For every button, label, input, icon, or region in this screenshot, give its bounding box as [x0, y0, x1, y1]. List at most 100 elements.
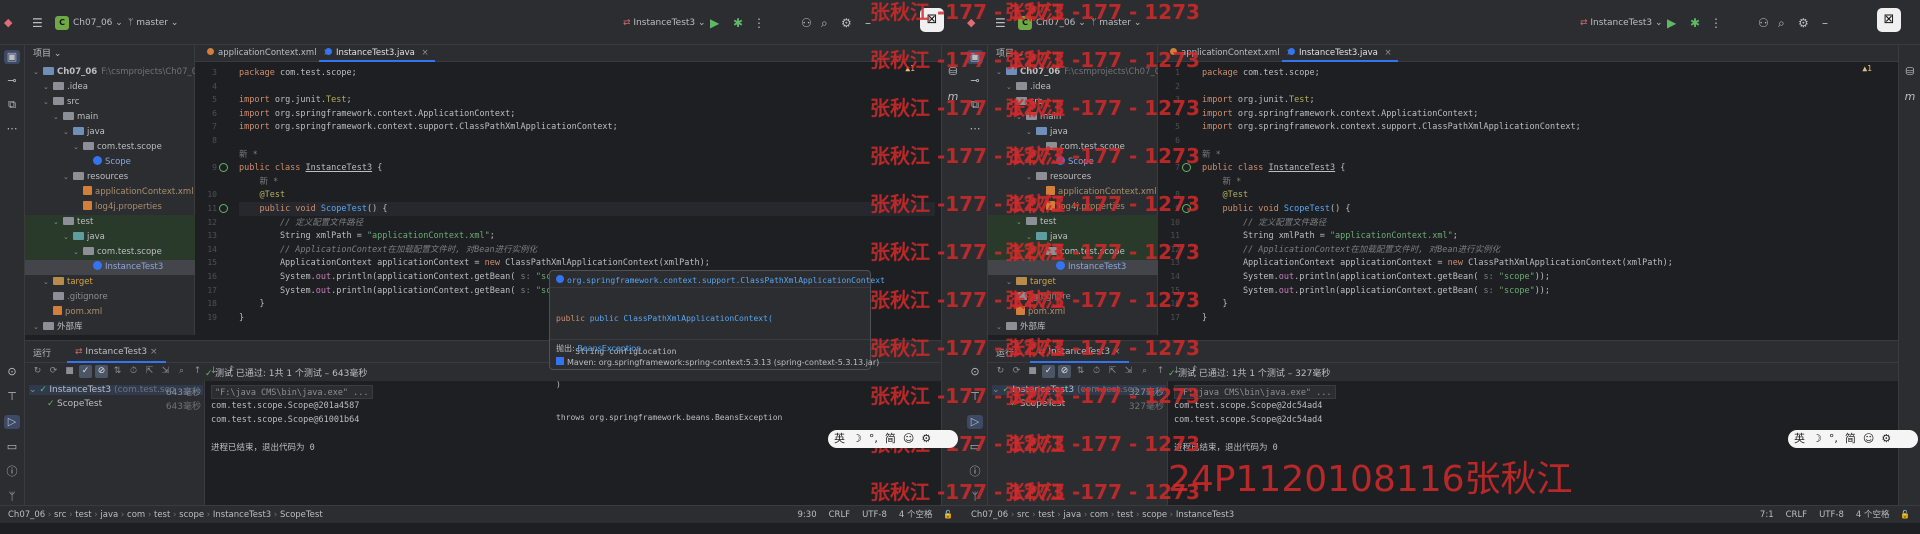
project-tree-item[interactable]: ⌄ main [25, 110, 195, 125]
code-line[interactable]: public void ScopeTest() { [239, 202, 935, 216]
code-line[interactable]: System.out.println(applicationContext.ge… [239, 270, 587, 284]
run-config-selector[interactable]: ⇄ InstanceTest3 ⌄ [623, 12, 706, 34]
run-config-selector[interactable]: ⇄ InstanceTest3 ⌄ [1580, 12, 1663, 34]
sort-duration-icon[interactable]: ⏱ [127, 365, 140, 378]
status-pos[interactable]: 7:1 [1760, 510, 1774, 520]
stop-icon[interactable]: ■ [63, 365, 76, 378]
ime-item[interactable]: °, [869, 432, 878, 445]
chevron-right-icon[interactable]: ⌄ [43, 80, 53, 95]
hamburger-menu-icon[interactable]: ☰ [32, 12, 43, 34]
chevron-right-icon[interactable]: ⌄ [1016, 215, 1026, 230]
chevron-right-icon[interactable]: ⌄ [73, 245, 83, 260]
code-line[interactable]: 新 * [1202, 148, 1221, 162]
breadcrumb-item[interactable]: test [75, 510, 91, 520]
more-icon[interactable]: ⋮ [753, 12, 765, 34]
code-line[interactable]: } [239, 311, 244, 325]
project-tree-item[interactable]: ⌄ target [25, 275, 195, 290]
code-line[interactable]: import org.junit.Test; [1202, 93, 1315, 107]
more-tools-icon[interactable]: ⋯ [4, 122, 20, 136]
project-tree-item[interactable]: InstanceTest3 [25, 260, 195, 275]
rerun-icon[interactable]: ↻ [31, 365, 44, 378]
status-eol[interactable]: CRLF [829, 510, 850, 520]
code-line[interactable]: public void ScopeTest() { [1202, 202, 1350, 216]
breadcrumb-item[interactable]: Ch07_06 [8, 510, 45, 520]
code-line[interactable]: } [1202, 311, 1207, 325]
branch-selector[interactable]: ᛘ master ⌄ [128, 12, 178, 34]
code-line[interactable]: public class InstanceTest3 { [239, 161, 382, 175]
structure-icon[interactable]: ⧉ [4, 98, 20, 112]
ime-item[interactable]: ☽ [1812, 432, 1822, 445]
settings-icon[interactable]: ⚙ [1798, 12, 1809, 34]
chevron-right-icon[interactable]: ⌄ [33, 65, 43, 80]
code-line[interactable]: 新 * [239, 175, 278, 189]
chevron-right-icon[interactable]: ⌄ [33, 320, 43, 335]
breadcrumb-item[interactable]: scope [1142, 510, 1167, 520]
account-icon[interactable]: ⚇ [801, 12, 812, 34]
debug-icon[interactable]: ✱ [1690, 12, 1700, 34]
prev-icon[interactable]: ↑ [1154, 365, 1167, 378]
run-gutter-icon[interactable] [219, 204, 228, 213]
code-line[interactable]: ApplicationContext applicationContext = … [239, 256, 710, 270]
minimize-icon[interactable]: – [1822, 12, 1828, 34]
project-selector[interactable]: C Ch07_06 ⌄ [55, 12, 123, 34]
ime-item[interactable]: 英 [834, 432, 845, 445]
popup-throws-link[interactable]: BeansException [577, 344, 641, 353]
breadcrumb-item[interactable]: ScopeTest [280, 510, 323, 520]
status-pos[interactable]: 9:30 [798, 510, 817, 520]
breadcrumb-item[interactable]: Ch07_06 [971, 510, 1008, 520]
breadcrumb-item[interactable]: test [154, 510, 170, 520]
stop-icon[interactable]: ■ [1026, 365, 1039, 378]
services-icon[interactable]: ⊙ [967, 365, 983, 379]
project-view-icon[interactable]: ▣ [4, 50, 20, 64]
code-line[interactable]: } [239, 297, 264, 311]
project-tree-item[interactable]: ⌄ resources [988, 170, 1158, 185]
ime-toolbar-right[interactable]: 英 ☽ °, 简 ☺ ⚙ [1788, 430, 1918, 448]
ime-item[interactable]: 简 [885, 432, 896, 445]
breadcrumb-item[interactable]: com [127, 510, 145, 520]
project-tree-item[interactable]: ⌄ test [25, 215, 195, 230]
chevron-right-icon[interactable]: ⌄ [53, 110, 63, 125]
more-icon[interactable]: ⋮ [1710, 12, 1722, 34]
commit-icon[interactable]: ⊸ [967, 74, 983, 88]
code-line[interactable]: // 定义配置文件路径 [1202, 216, 1326, 230]
project-tree-item[interactable]: Scope [25, 155, 195, 170]
tab-instancetest3-java[interactable]: InstanceTest3.java × [1282, 45, 1398, 62]
chevron-right-icon[interactable]: ⌄ [63, 125, 73, 140]
code-line[interactable]: } [1202, 297, 1227, 311]
code-line[interactable]: System.out.println(applicationContext.ge… [1202, 284, 1550, 298]
account-icon[interactable]: ⚇ [1758, 12, 1769, 34]
prev-icon[interactable]: ↑ [191, 365, 204, 378]
code-line[interactable]: @Test [239, 188, 285, 202]
ime-item[interactable]: 英 [1794, 432, 1805, 445]
commit-icon[interactable]: ⊸ [4, 74, 20, 88]
status-eol[interactable]: CRLF [1786, 510, 1807, 520]
database-icon[interactable]: ⛁ [1902, 65, 1918, 79]
terminal-icon[interactable]: ⊤ [4, 390, 20, 404]
code-line[interactable]: import org.junit.Test; [239, 93, 352, 107]
project-tree-item[interactable]: ⌄ 外部库 [25, 320, 195, 335]
rerun-icon[interactable]: ↻ [994, 365, 1007, 378]
sort-icon[interactable]: ⇅ [1074, 365, 1087, 378]
chevron-right-icon[interactable]: ⌄ [63, 230, 73, 245]
run-tool-icon[interactable]: ▷ [967, 415, 983, 429]
project-panel-title[interactable]: 项目 ⌄ [33, 47, 61, 61]
breadcrumb-item[interactable]: test [1117, 510, 1133, 520]
project-tree-item[interactable]: ⌄ com.test.scope [25, 140, 195, 155]
code-editor[interactable]: 1 2 3 4 5 6 7 8 9 10 11 12 13 14 15 16 17 package com.tes… [1158, 62, 1898, 335]
code-line[interactable]: // ApplicationContext在加载配置文件时, 对Bean进行实例… [239, 243, 537, 257]
code-line[interactable]: package com.test.scope; [239, 66, 357, 80]
project-tree-item[interactable]: ⌄ java [988, 125, 1158, 140]
breadcrumb-item[interactable]: InstanceTest3 [213, 510, 271, 520]
ime-item[interactable]: 简 [1845, 432, 1856, 445]
project-tree-item[interactable]: ⌄ .idea [25, 80, 195, 95]
status-indent[interactable]: 4 个空格 [1856, 510, 1890, 520]
project-tree-item[interactable]: pom.xml [25, 305, 195, 320]
code-line[interactable]: ApplicationContext applicationContext = … [1202, 256, 1673, 270]
test-tree-row[interactable]: ⌄ ✓ InstanceTest3 (com.test.sco 643毫秒 [29, 385, 203, 398]
git-icon[interactable]: ᛘ [4, 490, 20, 504]
project-tree-item[interactable]: applicationContext.xml [25, 185, 195, 200]
code-line[interactable]: System.out.println(applicationContext.ge… [239, 284, 587, 298]
breadcrumb-item[interactable]: com [1090, 510, 1108, 520]
project-tree-item[interactable]: ⌄ src [25, 95, 195, 110]
tab-instancetest3-java[interactable]: InstanceTest3.java × [319, 45, 435, 62]
